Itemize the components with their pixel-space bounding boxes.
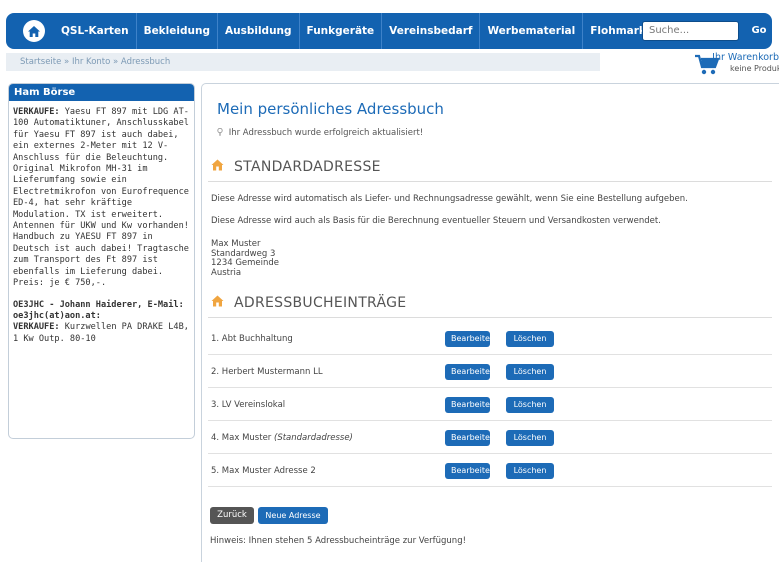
section-heading: ADRESSBUCHEINTRÄGE: [234, 295, 407, 311]
default-address: Max Muster Standardweg 3 1234 Gemeinde A…: [211, 239, 279, 278]
nav-item-bekleidung[interactable]: Bekleidung: [135, 13, 217, 49]
edit-button[interactable]: Bearbeiten: [445, 430, 495, 446]
success-message: Ihr Adressbuch wurde erfolgreich aktuali…: [217, 127, 424, 138]
delete-button[interactable]: Löschen: [506, 397, 554, 413]
house-icon: [211, 159, 224, 175]
section-adressbucheintraege: ADRESSBUCHEINTRÄGE: [211, 295, 406, 311]
house-icon: [211, 295, 224, 311]
delete-button[interactable]: Löschen: [506, 331, 554, 347]
edit-button[interactable]: Bearbeiten: [445, 397, 495, 413]
page-title: Mein persönliches Adressbuch: [217, 100, 444, 118]
entry-label: 1. Abt Buchhaltung: [211, 334, 293, 344]
info-text: Diese Adresse wird automatisch als Liefe…: [211, 194, 688, 204]
section-heading: STANDARDADRESSE: [234, 159, 381, 175]
nav-item-funkgeraete[interactable]: Funkgeräte: [298, 13, 382, 49]
success-text: Ihr Adressbuch wurde erfolgreich aktuali…: [228, 128, 424, 138]
ad-keyword: VERKAUFE:: [13, 322, 60, 333]
address-entry-row: 1. Abt Buchhaltung Bearbeiten Löschen: [208, 322, 772, 355]
delete-button[interactable]: Löschen: [506, 364, 554, 380]
search-go-button[interactable]: Go: [746, 21, 772, 41]
entry-label: 3. LV Vereinslokal: [211, 400, 286, 410]
ad-contact: OE3JHC - Johann Haiderer, E-Mail: oe3jhc…: [13, 299, 184, 321]
sidebar-title: Ham Börse: [9, 84, 194, 101]
edit-button[interactable]: Bearbeiten: [445, 463, 495, 479]
entry-label: 2. Herbert Mustermann LL: [211, 367, 323, 377]
divider: [208, 181, 772, 182]
ad-entry: OE3JHC - Johann Haiderer, E-Mail: oe3jhc…: [13, 300, 190, 346]
ad-keyword: VERKAUFE:: [13, 107, 60, 117]
ham-boerse-box: Ham Börse VERKAUFE: Yaesu FT 897 mit LDG…: [8, 83, 195, 439]
breadcrumb[interactable]: Startseite » Ihr Konto » Adressbuch: [6, 53, 600, 71]
sidebar-ads: VERKAUFE: Yaesu FT 897 mit LDG AT-100 Au…: [9, 101, 194, 425]
top-navigation: QSL-Karten Bekleidung Ausbildung Funkger…: [6, 13, 772, 49]
divider: [208, 317, 772, 318]
info-icon: [217, 127, 229, 138]
main-content: Mein persönliches Adressbuch Ihr Adressb…: [201, 83, 779, 562]
entry-label: 4. Max Muster (Standardadresse): [211, 433, 353, 443]
nav-menu: QSL-Karten Bekleidung Ausbildung Funkger…: [54, 13, 658, 49]
delete-button[interactable]: Löschen: [506, 463, 554, 479]
delete-button[interactable]: Löschen: [506, 430, 554, 446]
entry-label: 5. Max Muster Adresse 2: [211, 466, 316, 476]
hint-text: Hinweis: Ihnen stehen 5 Adressbucheinträ…: [210, 536, 467, 546]
nav-item-werbematerial[interactable]: Werbematerial: [479, 13, 582, 49]
nav-item-vereinsbedarf[interactable]: Vereinsbedarf: [381, 13, 479, 49]
edit-button[interactable]: Bearbeiten: [445, 331, 495, 347]
ad-price: Preis: je € 750,-.: [13, 278, 107, 289]
cart-status: keine Produkte: [730, 64, 779, 73]
default-address-note: (Standardadresse): [274, 433, 353, 443]
search-input[interactable]: Suche...: [642, 21, 739, 41]
back-button[interactable]: Zurück: [210, 507, 254, 524]
address-entry-row: 2. Herbert Mustermann LL Bearbeiten Lösc…: [208, 355, 772, 388]
edit-button[interactable]: Bearbeiten: [445, 364, 495, 380]
new-address-button[interactable]: Neue Adresse: [258, 507, 328, 524]
address-entry-row: 3. LV Vereinslokal Bearbeiten Löschen: [208, 388, 772, 421]
cart-title[interactable]: Ihr Warenkorb: [707, 52, 779, 63]
nav-item-ausbildung[interactable]: Ausbildung: [216, 13, 299, 49]
ad-text: Yaesu FT 897 mit LDG AT-100 Automatiktun…: [13, 107, 189, 277]
nav-item-qsl-karten[interactable]: QSL-Karten: [54, 13, 136, 49]
address-entry-row: 5. Max Muster Adresse 2 Bearbeiten Lösch…: [208, 454, 772, 487]
ad-entry: VERKAUFE: Yaesu FT 897 mit LDG AT-100 Au…: [13, 107, 190, 290]
section-standardadresse: STANDARDADRESSE: [211, 159, 381, 175]
address-entry-row: 4. Max Muster (Standardadresse) Bearbeit…: [208, 421, 772, 454]
info-text: Diese Adresse wird auch als Basis für di…: [211, 216, 661, 226]
home-icon[interactable]: [23, 20, 45, 42]
address-line: Austria: [211, 267, 242, 278]
